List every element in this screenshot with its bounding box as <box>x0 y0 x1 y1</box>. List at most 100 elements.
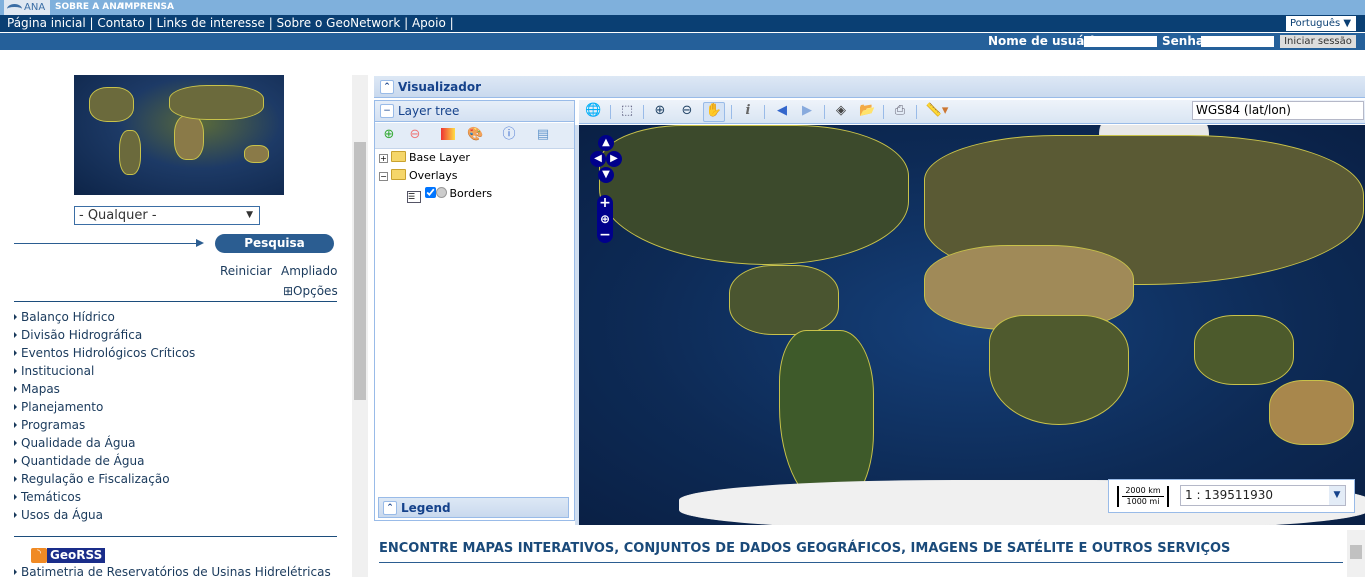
borders-checkbox[interactable] <box>424 187 436 198</box>
nav-contact[interactable]: Contato <box>97 16 144 30</box>
style-layer-icon[interactable] <box>441 128 455 140</box>
username-input[interactable] <box>1084 36 1157 47</box>
category-item[interactable]: Regulação e Fiscalização <box>13 472 170 490</box>
node-label: Overlays <box>409 169 458 182</box>
search-button[interactable]: Pesquisa <box>215 234 334 253</box>
category-item[interactable]: Eventos Hidrológicos Críticos <box>13 346 195 364</box>
section-heading: ENCONTRE MAPAS INTERATIVOS, CONJUNTOS DE… <box>379 541 1343 563</box>
zoom-in-icon[interactable]: ⊕ <box>652 103 668 119</box>
category-item[interactable]: Programas <box>13 418 85 436</box>
projection-display[interactable]: WGS84 (lat/lon) <box>1192 101 1364 120</box>
collapse-icon[interactable]: ⌃ <box>380 80 394 94</box>
collapse-icon[interactable]: − <box>380 104 394 118</box>
folder-open-icon <box>391 169 406 180</box>
nav-support[interactable]: Apoio <box>412 16 446 30</box>
layer-tree-toolbar: ⊕ ⊖ 🎨 ⓘ ▤ <box>375 123 574 149</box>
georss-badge[interactable]: ◝ GeoRSS <box>31 548 106 563</box>
zoom-world-icon[interactable]: ⊕ <box>597 211 613 227</box>
pan-left-icon[interactable]: ◀ <box>590 151 606 167</box>
pan-icon[interactable]: ✋ <box>703 102 725 122</box>
category-item[interactable]: Divisão Hidrográfica <box>13 328 142 346</box>
login-bar <box>0 33 1365 50</box>
expand-icon[interactable]: ⌃ <box>383 501 397 515</box>
identify-icon[interactable]: i <box>740 103 756 119</box>
pan-right-icon[interactable]: ▶ <box>606 151 622 167</box>
options-toggle[interactable]: ⊞Opções <box>283 284 338 298</box>
scale-km: 2000 km <box>1122 486 1164 497</box>
password-input[interactable] <box>1201 36 1274 47</box>
rss-icon: ◝ <box>31 548 47 563</box>
scale-value: 1 : 139511930 <box>1185 488 1274 502</box>
layer-tree-panel: − Layer tree ⊕ ⊖ 🎨 ⓘ ▤ + Base Layer − Overl… <box>374 100 575 521</box>
layers-icon[interactable]: ◈ <box>833 103 849 119</box>
link-imprensa[interactable]: IMPRENSA <box>121 0 174 15</box>
password-label: Senha <box>1162 34 1204 48</box>
region-select-value: - Qualquer - <box>79 208 157 223</box>
zoom-out-icon[interactable]: ⊖ <box>679 103 695 119</box>
login-button[interactable]: Iniciar sessão <box>1280 35 1356 48</box>
left-scrollbar-thumb[interactable] <box>354 142 366 400</box>
add-layer-icon[interactable]: ⊕ <box>381 127 397 143</box>
divider <box>14 301 337 302</box>
language-select[interactable]: Português ▼ <box>1286 16 1356 31</box>
viewer-header: ⌃ Visualizador <box>374 76 1365 98</box>
nav-links[interactable]: Links de interesse <box>156 16 264 30</box>
category-item[interactable]: Quantidade de Água <box>13 454 144 472</box>
tree-node-borders[interactable]: ☰ Borders <box>407 186 492 203</box>
divider <box>14 536 337 537</box>
link-sobre-ana[interactable]: SOBRE A ANA <box>55 0 124 15</box>
node-label: Borders <box>449 187 493 200</box>
scale-control: 2000 km 1000 mi 1 : 139511930 ▼ <box>1108 479 1355 513</box>
nav-home[interactable]: Página inicial <box>7 16 86 30</box>
map-canvas[interactable] <box>579 125 1365 525</box>
metadata-icon[interactable]: ▤ <box>535 127 551 143</box>
category-item[interactable]: Balanço Hídrico <box>13 310 115 328</box>
tree-node-overlays[interactable]: − Overlays <box>379 168 458 184</box>
previous-extent-icon[interactable]: ◀ <box>774 103 790 119</box>
ana-logo[interactable]: ANA <box>4 0 50 15</box>
nav-about-geonetwork[interactable]: Sobre o GeoNetwork <box>277 16 401 30</box>
zoom-out-icon[interactable]: − <box>597 227 613 243</box>
georss-label: GeoRSS <box>47 548 106 563</box>
right-scrollbar-thumb[interactable] <box>1350 545 1362 559</box>
region-minimap[interactable] <box>74 75 284 195</box>
tree-node-base-layer[interactable]: + Base Layer <box>379 150 470 166</box>
measure-icon[interactable]: 📏▾ <box>925 103 949 119</box>
remove-layer-icon[interactable]: ⊖ <box>407 127 423 143</box>
category-item[interactable]: Qualidade da Água <box>13 436 135 454</box>
chevron-down-icon[interactable]: ▼ <box>1329 486 1345 505</box>
print-icon[interactable]: ⎙ <box>892 103 908 119</box>
scale-select[interactable]: 1 : 139511930 ▼ <box>1180 485 1346 506</box>
pan-up-icon[interactable]: ▲ <box>598 135 614 151</box>
folder-icon <box>391 151 406 162</box>
scale-line: 2000 km 1000 mi <box>1117 486 1169 507</box>
category-item[interactable]: Institucional <box>13 364 94 382</box>
zoom-box-icon[interactable]: ⬚ <box>619 103 635 119</box>
category-item[interactable]: Usos da Água <box>13 508 103 526</box>
legend-icon[interactable]: ☰ <box>407 191 421 203</box>
top-bar <box>0 0 1365 15</box>
layer-tree-header: − Layer tree <box>375 101 574 122</box>
legend-panel-header[interactable]: ⌃ Legend <box>378 497 569 518</box>
layer-tree-title: Layer tree <box>398 104 460 118</box>
radio-icon[interactable] <box>435 187 447 198</box>
georss-item[interactable]: Batimetria de Reservatórios de Usinas Hi… <box>13 565 331 583</box>
pan-control: ▲ ◀ ▶ ▼ <box>590 135 622 185</box>
advanced-link[interactable]: Ampliado <box>281 264 338 278</box>
category-item[interactable]: Mapas <box>13 382 60 400</box>
open-folder-icon[interactable]: 📂 <box>859 103 875 119</box>
chevron-down-icon: ▼ <box>246 210 253 220</box>
zoom-in-icon[interactable]: + <box>597 195 613 211</box>
collapse-icon[interactable]: − <box>379 172 388 181</box>
palette-icon[interactable]: 🎨 <box>467 127 483 143</box>
category-item[interactable]: Planejamento <box>13 400 103 418</box>
reset-link[interactable]: Reiniciar <box>220 264 272 278</box>
category-item[interactable]: Temáticos <box>13 490 81 508</box>
zoom-to-extent-icon[interactable]: 🌐 <box>585 103 601 119</box>
region-select[interactable]: - Qualquer - ▼ <box>74 206 260 225</box>
main-nav: Página inicial | Contato | Links de inte… <box>0 15 1365 33</box>
expand-icon[interactable]: + <box>379 154 388 163</box>
next-extent-icon[interactable]: ▶ <box>799 103 815 119</box>
pan-down-icon[interactable]: ▼ <box>598 167 614 183</box>
info-icon[interactable]: ⓘ <box>501 127 517 143</box>
